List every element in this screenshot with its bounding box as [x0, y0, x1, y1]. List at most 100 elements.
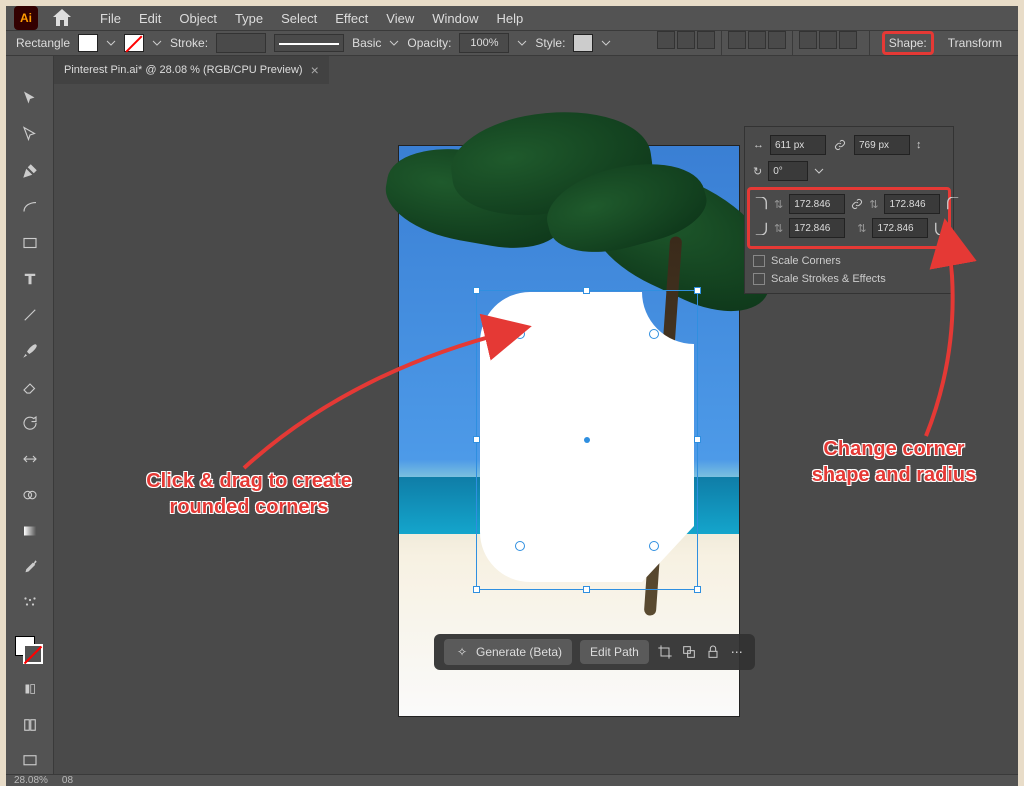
fill-stroke-control[interactable]: [15, 636, 45, 666]
group-icon[interactable]: [681, 644, 697, 660]
chevron-down-icon[interactable]: [152, 38, 162, 48]
shape-type-label: Rectangle: [16, 36, 70, 50]
height-icon: ↕: [916, 139, 922, 151]
stepper-icon[interactable]: ⇅: [774, 198, 783, 211]
shape-panel-tab[interactable]: Shape:: [882, 31, 934, 55]
stepper-icon[interactable]: ⇅: [869, 198, 878, 211]
menu-view[interactable]: View: [386, 11, 414, 26]
link-icon[interactable]: [832, 135, 848, 155]
distribute-v-button[interactable]: [819, 31, 837, 49]
style-label: Style:: [535, 36, 565, 50]
chevron-down-icon[interactable]: [601, 38, 611, 48]
stepper-icon[interactable]: ⇅: [774, 222, 783, 235]
menu-file[interactable]: File: [100, 11, 121, 26]
generate-label: Generate (Beta): [476, 645, 562, 659]
stepper-icon[interactable]: ⇅: [857, 222, 866, 235]
direct-selection-tool[interactable]: [17, 122, 43, 148]
stroke-weight-input[interactable]: [216, 33, 266, 53]
corner-radius-tl-input[interactable]: [789, 194, 845, 214]
close-icon[interactable]: ×: [311, 62, 319, 78]
corner-radius-bl-input[interactable]: [789, 218, 845, 238]
distribute-spacing-button[interactable]: [839, 31, 857, 49]
scale-strokes-label: Scale Strokes & Effects: [771, 273, 886, 285]
tools-panel: [6, 56, 54, 774]
curvature-tool[interactable]: [17, 194, 43, 220]
width-input[interactable]: [770, 135, 826, 155]
screen-mode-button[interactable]: [17, 748, 43, 774]
draw-mode-button[interactable]: [17, 712, 43, 738]
corner-widget-bl[interactable]: [515, 541, 525, 551]
gradient-tool[interactable]: [17, 518, 43, 544]
workspace: Pinterest Pin.ai* @ 28.08 % (RGB/CPU Pre…: [6, 56, 1018, 774]
selection-tool[interactable]: [17, 86, 43, 112]
eyedropper-tool[interactable]: [17, 554, 43, 580]
symbol-sprayer-tool[interactable]: [17, 590, 43, 616]
scale-strokes-checkbox[interactable]: [753, 273, 765, 285]
rotate-icon: ↻: [753, 165, 762, 178]
divider: [721, 31, 722, 55]
rotation-input[interactable]: [768, 161, 808, 181]
edit-path-button[interactable]: Edit Path: [580, 640, 649, 664]
distribute-h-button[interactable]: [799, 31, 817, 49]
generate-button[interactable]: ✧ Generate (Beta): [444, 639, 572, 665]
paintbrush-tool[interactable]: [17, 338, 43, 364]
chevron-down-icon[interactable]: [106, 38, 116, 48]
more-icon[interactable]: ⋯: [729, 644, 745, 660]
width-tool[interactable]: [17, 446, 43, 472]
shape-builder-tool[interactable]: [17, 482, 43, 508]
tab-title: Pinterest Pin.ai* @ 28.08 % (RGB/CPU Pre…: [64, 64, 303, 76]
menu-effect[interactable]: Effect: [335, 11, 368, 26]
eraser-tool[interactable]: [17, 374, 43, 400]
align-center-h-button[interactable]: [677, 31, 695, 49]
stroke-swatch[interactable]: [124, 34, 144, 52]
menu-select[interactable]: Select: [281, 11, 317, 26]
menu-object[interactable]: Object: [179, 11, 217, 26]
menu-help[interactable]: Help: [496, 11, 523, 26]
corner-widget-tr[interactable]: [649, 329, 659, 339]
height-input[interactable]: [854, 135, 910, 155]
menu-type[interactable]: Type: [235, 11, 263, 26]
chevron-down-icon[interactable]: [517, 38, 527, 48]
sparkle-icon: ✧: [454, 644, 470, 660]
divider: [792, 31, 793, 55]
rectangle-tool[interactable]: [17, 230, 43, 256]
lock-icon[interactable]: [705, 644, 721, 660]
home-icon[interactable]: [50, 6, 74, 30]
transform-panel-tab[interactable]: Transform: [942, 32, 1008, 54]
document-tab[interactable]: Pinterest Pin.ai* @ 28.08 % (RGB/CPU Pre…: [54, 56, 329, 84]
line-tool[interactable]: [17, 302, 43, 328]
stroke-profile[interactable]: [274, 34, 344, 52]
rotate-tool[interactable]: [17, 410, 43, 436]
pen-tool[interactable]: [17, 158, 43, 184]
align-right-button[interactable]: [697, 31, 715, 49]
opacity-label: Opacity:: [407, 36, 451, 50]
chevron-down-icon[interactable]: [814, 166, 824, 176]
corner-widget-br[interactable]: [649, 541, 659, 551]
link-corners-icon[interactable]: [851, 194, 863, 214]
type-tool[interactable]: [17, 266, 43, 292]
zoom-level[interactable]: 28.08%: [14, 775, 48, 786]
menubar: File Edit Object Type Select Effect View…: [100, 11, 523, 26]
align-center-v-button[interactable]: [748, 31, 766, 49]
status-bar: 28.08% 08: [6, 774, 1018, 786]
corner-radius-tr-input[interactable]: [884, 194, 940, 214]
align-left-button[interactable]: [657, 31, 675, 49]
canvas[interactable]: ✧ Generate (Beta) Edit Path ⋯ ↔ ↕: [54, 56, 1018, 774]
stroke-style-label: Basic: [352, 36, 381, 50]
annotation-left: Click & drag to create rounded corners: [119, 468, 379, 520]
menu-edit[interactable]: Edit: [139, 11, 161, 26]
graphic-style-swatch[interactable]: [573, 34, 593, 52]
opacity-input[interactable]: [459, 33, 509, 53]
chevron-down-icon[interactable]: [389, 38, 399, 48]
fill-swatch[interactable]: [78, 34, 98, 52]
crop-icon[interactable]: [657, 644, 673, 660]
align-top-button[interactable]: [728, 31, 746, 49]
corner-type-tr[interactable]: [946, 197, 960, 211]
corner-type-bl[interactable]: [754, 221, 768, 235]
corner-type-tl[interactable]: [754, 197, 768, 211]
align-bottom-button[interactable]: [768, 31, 786, 49]
stroke-label: Stroke:: [170, 36, 208, 50]
menu-window[interactable]: Window: [432, 11, 478, 26]
color-mode-button[interactable]: [17, 676, 43, 702]
scale-corners-checkbox[interactable]: [753, 255, 765, 267]
